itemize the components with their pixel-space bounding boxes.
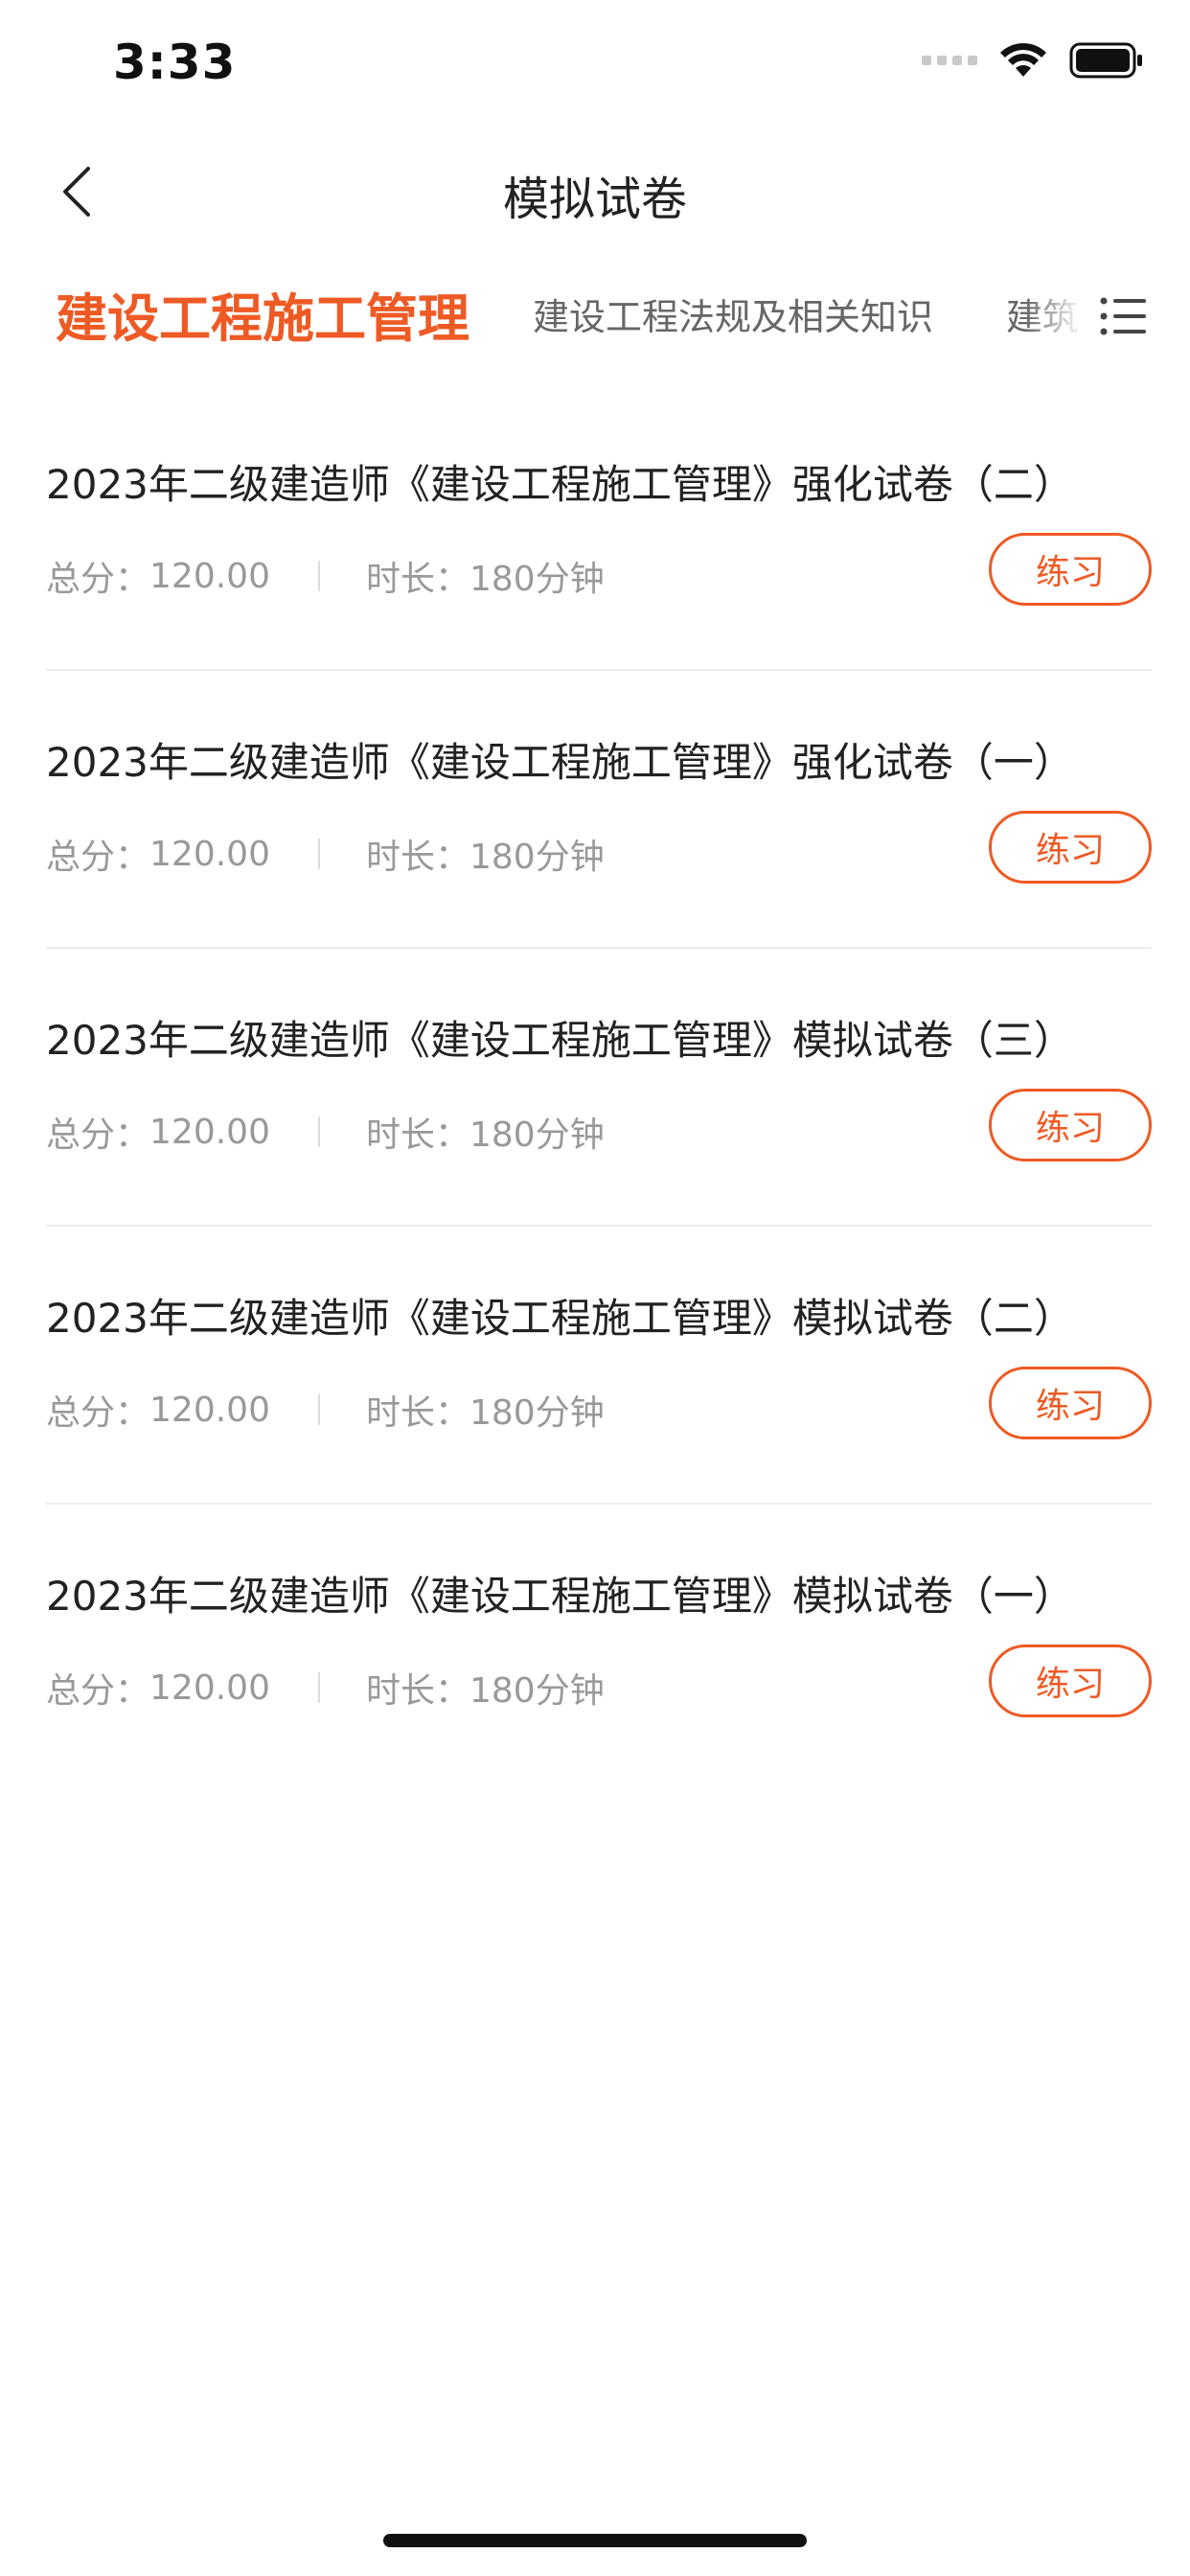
exam-list-item[interactable]: 2023年二级建造师《建设工程施工管理》模拟试卷（二） 总分： 120.00 时… <box>46 1227 1152 1505</box>
exam-title: 2023年二级建造师《建设工程施工管理》模拟试卷（一） <box>46 1573 1074 1620</box>
exam-meta: 总分： 120.00 时长： 180分钟 <box>46 829 605 879</box>
exam-title: 2023年二级建造师《建设工程施工管理》模拟试卷（二） <box>46 1295 1074 1342</box>
practice-button[interactable]: 练习 <box>989 811 1152 884</box>
duration-label: 时长： <box>365 1671 469 1711</box>
duration-value: 180分钟 <box>469 1671 605 1711</box>
tab-construction-management[interactable]: 建设工程施工管理 <box>56 251 469 376</box>
category-list-button[interactable] <box>1085 278 1161 355</box>
status-icons <box>922 42 1144 79</box>
exam-meta: 总分： 120.00 时长： 180分钟 <box>46 551 605 601</box>
score-value: 120.00 <box>149 1668 270 1708</box>
exam-list-item[interactable]: 2023年二级建造师《建设工程施工管理》强化试卷（一） 总分： 120.00 时… <box>46 671 1152 949</box>
score-value: 120.00 <box>149 834 270 874</box>
duration-label: 时长： <box>365 560 469 599</box>
category-tabs-scroll[interactable]: 建设工程施工管理 建设工程法规及相关知识 建筑 <box>0 251 1083 376</box>
duration-value: 180分钟 <box>469 1393 605 1433</box>
page-title: 模拟试卷 <box>502 172 687 226</box>
exam-meta: 总分： 120.00 时长： 180分钟 <box>46 1385 605 1435</box>
battery-icon <box>1069 42 1142 79</box>
exam-list-item[interactable]: 2023年二级建造师《建设工程施工管理》模拟试卷（三） 总分： 120.00 时… <box>46 949 1152 1227</box>
meta-divider <box>317 839 320 869</box>
meta-divider <box>317 1116 320 1147</box>
exam-list-item[interactable]: 2023年二级建造师《建设工程施工管理》强化试卷（二） 总分： 120.00 时… <box>46 393 1152 671</box>
score-value: 120.00 <box>149 1112 270 1152</box>
exam-list-item[interactable]: 2023年二级建造师《建设工程施工管理》模拟试卷（一） 总分： 120.00 时… <box>46 1505 1152 1782</box>
meta-divider <box>317 1672 320 1703</box>
tab-construction-regulations[interactable]: 建设工程法规及相关知识 <box>533 251 933 376</box>
practice-button[interactable]: 练习 <box>989 1367 1152 1439</box>
duration-label: 时长： <box>365 838 469 877</box>
meta-divider <box>317 561 320 591</box>
score-label: 总分： <box>46 560 150 599</box>
status-time: 3:33 <box>113 34 237 90</box>
score-label: 总分： <box>46 1116 150 1155</box>
duration-value: 180分钟 <box>469 1116 605 1155</box>
duration-label: 时长： <box>365 1116 469 1155</box>
practice-button[interactable]: 练习 <box>989 1644 1152 1717</box>
practice-button[interactable]: 练习 <box>989 533 1152 606</box>
status-bar: 3:33 <box>0 0 1190 126</box>
score-label: 总分： <box>46 1393 150 1433</box>
practice-button[interactable]: 练习 <box>989 1089 1152 1162</box>
score-label: 总分： <box>46 838 150 877</box>
category-tabs: 建设工程施工管理 建设工程法规及相关知识 建筑 <box>0 251 1190 376</box>
list-icon <box>1100 297 1146 335</box>
duration-label: 时长： <box>365 1393 469 1433</box>
exam-meta: 总分： 120.00 时长： 180分钟 <box>46 1107 605 1157</box>
score-value: 120.00 <box>149 556 270 596</box>
exam-title: 2023年二级建造师《建设工程施工管理》强化试卷（一） <box>46 739 1074 786</box>
score-label: 总分： <box>46 1671 150 1711</box>
score-value: 120.00 <box>149 1390 270 1430</box>
nav-bar: 模拟试卷 <box>0 126 1190 251</box>
tabs-fade <box>1025 251 1083 376</box>
exam-list: 2023年二级建造师《建设工程施工管理》强化试卷（二） 总分： 120.00 时… <box>46 393 1152 1782</box>
exam-title: 2023年二级建造师《建设工程施工管理》模拟试卷（三） <box>46 1017 1074 1064</box>
duration-value: 180分钟 <box>469 838 605 877</box>
home-indicator <box>383 2534 807 2547</box>
cellular-signal-icon <box>922 56 977 65</box>
duration-value: 180分钟 <box>469 560 605 599</box>
meta-divider <box>317 1394 320 1425</box>
exam-meta: 总分： 120.00 时长： 180分钟 <box>46 1663 605 1713</box>
exam-title: 2023年二级建造师《建设工程施工管理》强化试卷（二） <box>46 461 1074 508</box>
wifi-icon <box>1000 43 1046 77</box>
